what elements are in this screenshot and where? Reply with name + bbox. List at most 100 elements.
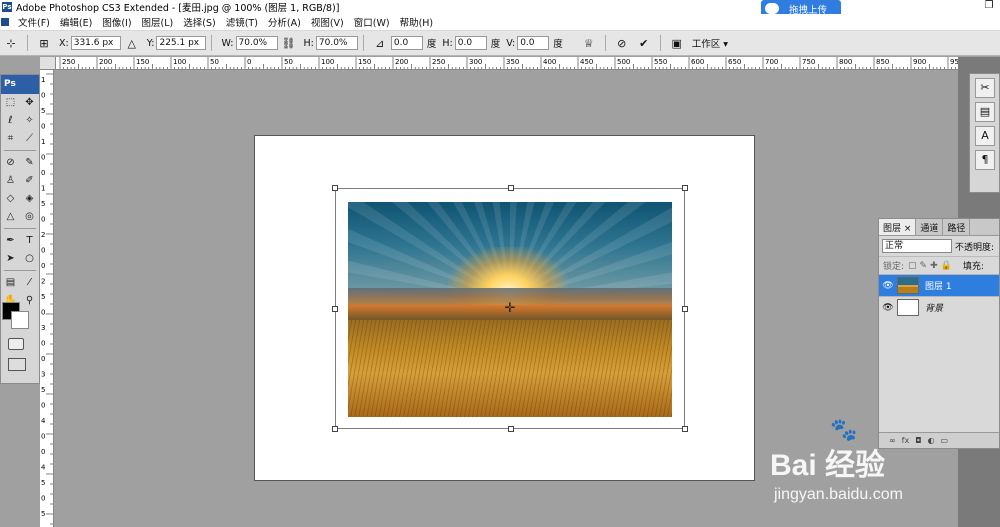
link-proportions-icon[interactable]: ⛓ (282, 36, 296, 50)
layer-name: 图层 1 (925, 282, 952, 292)
lock-icons[interactable]: ▢✎✚🔒 (908, 261, 955, 271)
ruler-label: 5 (41, 293, 45, 301)
transform-handle-bottom-left[interactable] (332, 426, 338, 432)
horizontal-ruler[interactable]: 250 200 150 100 50 0 50 100 150 200 250 300 350 400 45… (56, 57, 958, 70)
pen-tool-icon[interactable]: ✒ (4, 235, 17, 247)
cloud-icon (765, 3, 779, 14)
link-layers-icon[interactable]: ∞ (889, 436, 896, 445)
shape-tool-icon[interactable]: ○ (23, 253, 36, 265)
menu-edit[interactable]: 编辑(E) (55, 15, 97, 29)
quick-mask-icon[interactable] (8, 338, 24, 350)
bridge-icon[interactable]: ▣ (670, 36, 684, 50)
blend-mode-select[interactable]: 正常 (882, 239, 952, 253)
window-title: Adobe Photoshop CS3 Extended - [麦田.jpg @… (16, 3, 340, 14)
menu-select[interactable]: 选择(S) (178, 15, 220, 29)
blur-tool-icon[interactable]: △ (4, 211, 17, 223)
tab-layers[interactable]: 图层 × (879, 219, 917, 235)
tool-presets-icon[interactable]: ✂ (975, 78, 995, 98)
menu-analysis[interactable]: 分析(A) (263, 15, 306, 29)
divider (604, 35, 606, 51)
menu-help[interactable]: 帮助(H) (395, 15, 439, 29)
healing-brush-icon[interactable]: ⊘ (4, 157, 17, 169)
notes-tool-icon[interactable]: ▤ (4, 277, 17, 289)
crop-tool-icon[interactable]: ⌗ (4, 133, 17, 145)
move-tool-icon[interactable]: ✥ (23, 97, 36, 109)
history-brush-icon[interactable]: ✐ (23, 175, 36, 187)
zoom-tool-icon[interactable]: ⚲ (23, 295, 36, 307)
h-label: H: (303, 37, 314, 49)
background-color-swatch[interactable] (11, 311, 29, 329)
options-bar: ⊹ ⊞ X: 331.6 px △ Y: 225.1 px W: 70.0% ⛓… (0, 31, 1000, 56)
restore-window-button[interactable]: ❐ (980, 0, 998, 14)
angle-field[interactable]: 0.0 (390, 36, 423, 50)
ruler-label: 0 (41, 433, 45, 441)
screen-mode-icon[interactable] (8, 358, 26, 371)
new-group-icon[interactable]: ▭ (941, 436, 949, 445)
eye-icon[interactable]: 👁 (879, 303, 897, 313)
workspace-menu[interactable]: 工作区 ▾ (692, 36, 728, 50)
paint-bucket-icon[interactable]: ◈ (23, 193, 36, 205)
document-menu-icon[interactable] (1, 18, 9, 26)
ruler-label: 0 (41, 309, 45, 317)
w-field[interactable]: 70.0% (235, 36, 278, 50)
x-field[interactable]: 331.6 px (70, 36, 121, 50)
history-icon[interactable]: ▤ (975, 102, 995, 122)
layers-panel-tabs: 图层 × 通道 路径 (879, 219, 999, 236)
menu-filter[interactable]: 滤镜(T) (221, 15, 263, 29)
reference-point-icon[interactable]: ⊞ (37, 36, 51, 50)
dodge-tool-icon[interactable]: ◎ (23, 211, 36, 223)
cancel-transform-icon[interactable]: ⊘ (615, 36, 629, 50)
horizontal-ruler-ticks: 250 200 150 100 50 0 50 100 150 200 250 300 350 400 45… (59, 57, 958, 69)
menu-bar: 文件(F) 编辑(E) 图像(I) 图层(L) 选择(S) 滤镜(T) 分析(A… (0, 14, 1000, 31)
slice-tool-icon[interactable]: ⟋ (23, 133, 36, 145)
ruler-label: 2 (41, 231, 45, 239)
transform-handle-bottom-right[interactable] (682, 426, 688, 432)
menu-view[interactable]: 视图(V) (306, 15, 349, 29)
lasso-tool-icon[interactable]: ℓ (4, 115, 17, 127)
paragraph-icon[interactable]: ¶ (975, 150, 995, 170)
path-select-icon[interactable]: ➤ (4, 253, 17, 265)
clone-stamp-icon[interactable]: ♙ (4, 175, 17, 187)
character-icon[interactable]: A (975, 126, 995, 146)
adjustment-layer-icon[interactable]: ◐ (928, 436, 935, 445)
layer-style-icon[interactable]: fx (902, 436, 910, 445)
transform-tool-icon[interactable]: ⊹ (4, 36, 18, 50)
menu-image[interactable]: 图像(I) (97, 15, 136, 29)
menu-window[interactable]: 窗口(W) (349, 15, 395, 29)
ruler-label: 800 (839, 58, 852, 66)
brush-tool-icon[interactable]: ✎ (23, 157, 36, 169)
transform-handle-top-left[interactable] (332, 185, 338, 191)
lock-label: 锁定: (883, 262, 905, 272)
h-field[interactable]: 70.0% (315, 36, 358, 50)
magic-wand-icon[interactable]: ✧ (23, 115, 36, 127)
vertical-ruler[interactable]: 10501001502002503003504004505 (40, 70, 54, 527)
tab-paths[interactable]: 路径 (943, 219, 971, 235)
transform-handle-top[interactable] (508, 185, 514, 191)
transform-handle-bottom[interactable] (508, 426, 514, 432)
y-field[interactable]: 225.1 px (156, 36, 207, 50)
transform-center-icon[interactable]: ✛ (503, 302, 517, 316)
warp-mode-icon[interactable]: ♕ (582, 36, 596, 50)
commit-transform-icon[interactable]: ✔ (637, 36, 651, 50)
layer-mask-icon[interactable]: ◘ (915, 436, 921, 445)
divider (659, 35, 661, 51)
menu-layer[interactable]: 图层(L) (137, 15, 179, 29)
marquee-tool-icon[interactable]: ⬚ (4, 97, 17, 109)
ruler-label: 0 (41, 340, 45, 348)
transform-handle-right[interactable] (682, 306, 688, 312)
vertical-ruler-ticks: 10501001502002503003504004505 (41, 73, 53, 525)
delta-icon[interactable]: △ (125, 36, 139, 50)
hskew-field[interactable]: 0.0 (454, 36, 487, 50)
layer-row-1[interactable]: 👁 图层 1 (879, 274, 999, 296)
divider (4, 228, 36, 230)
vskew-field[interactable]: 0.0 (517, 36, 550, 50)
type-tool-icon[interactable]: T (23, 235, 36, 247)
menu-file[interactable]: 文件(F) (13, 15, 55, 29)
layer-row-background[interactable]: 👁 背景 (879, 296, 999, 318)
eye-icon[interactable]: 👁 (879, 281, 897, 291)
eyedropper-icon[interactable]: ⁄ (23, 277, 36, 289)
transform-handle-top-right[interactable] (682, 185, 688, 191)
eraser-tool-icon[interactable]: ◇ (4, 193, 17, 205)
transform-handle-left[interactable] (332, 306, 338, 312)
tab-channels[interactable]: 通道 (916, 219, 944, 235)
